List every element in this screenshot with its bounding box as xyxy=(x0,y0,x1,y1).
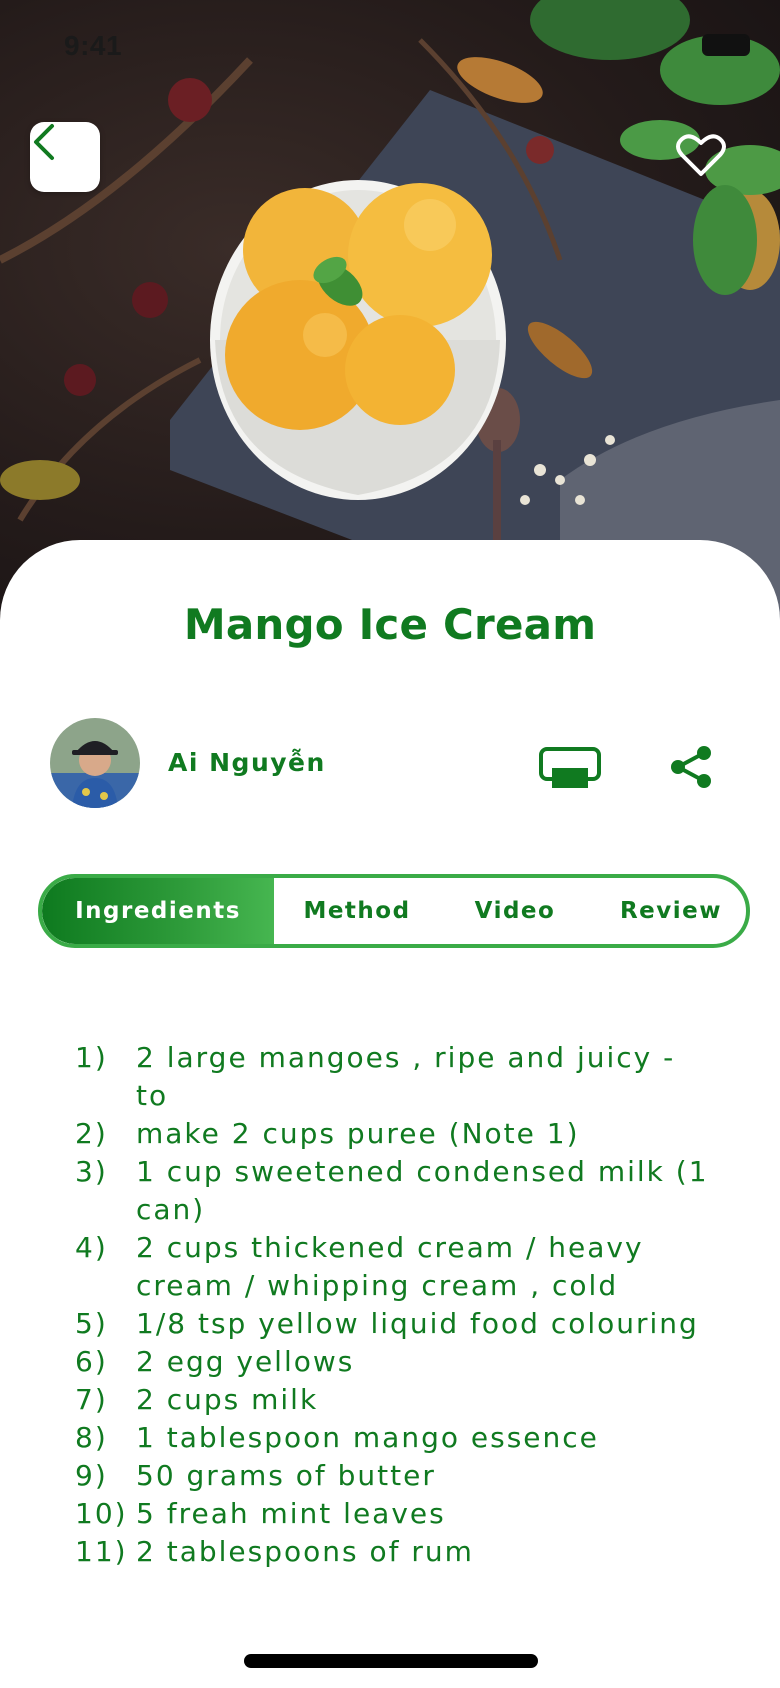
list-item: 6) 2 egg yellows xyxy=(75,1343,715,1381)
item-number: 6) xyxy=(75,1345,108,1378)
tab-video[interactable]: Video xyxy=(450,878,580,944)
share-button[interactable] xyxy=(668,744,714,790)
item-text: 2 egg yellows xyxy=(136,1345,355,1378)
list-item: 11) 2 tablespoons of rum xyxy=(75,1533,715,1571)
item-text: 1 tablespoon mango essence xyxy=(136,1421,599,1454)
item-number: 3) xyxy=(75,1155,108,1188)
print-button[interactable] xyxy=(538,746,602,792)
battery-icon xyxy=(702,34,750,56)
item-number: 1) xyxy=(75,1041,108,1074)
recipe-title: Mango Ice Cream xyxy=(183,600,597,649)
item-text: 1 cup sweetened condensed milk (1 can) xyxy=(136,1155,709,1226)
tab-review[interactable]: Review xyxy=(586,878,746,944)
item-number: 7) xyxy=(75,1383,108,1416)
heart-icon xyxy=(676,134,726,176)
favorite-button[interactable] xyxy=(676,132,726,178)
item-number: 9) xyxy=(75,1459,108,1492)
list-item: 5) 1/8 tsp yellow liquid food colouring xyxy=(75,1305,715,1343)
printer-icon xyxy=(539,747,601,788)
item-number: 11) xyxy=(75,1535,128,1568)
author-avatar[interactable] xyxy=(50,718,140,808)
author-name[interactable]: Ai Nguyễn xyxy=(168,748,326,777)
home-indicator[interactable] xyxy=(244,1654,538,1668)
list-item: 4) 2 cups thickened cream / heavy cream /… xyxy=(75,1229,715,1305)
list-item: 1) 2 large mangoes , ripe and juicy - to xyxy=(75,1039,715,1115)
list-item: 8) 1 tablespoon mango essence xyxy=(75,1419,715,1457)
share-icon xyxy=(671,746,711,788)
item-number: 2) xyxy=(75,1117,108,1150)
ingredients-list: 1) 2 large mangoes , ripe and juicy - to … xyxy=(75,1039,715,1571)
item-number: 8) xyxy=(75,1421,108,1454)
status-icons xyxy=(694,34,750,60)
item-number: 5) xyxy=(75,1307,108,1340)
item-text: 2 cups thickened cream / heavy cream / w… xyxy=(136,1231,644,1302)
item-text: make 2 cups puree (Note 1) xyxy=(136,1117,580,1150)
list-item: 2) make 2 cups puree (Note 1) xyxy=(75,1115,715,1153)
tab-method[interactable]: Method xyxy=(282,878,432,944)
list-item: 10) 5 freah mint leaves xyxy=(75,1495,715,1533)
item-text: 2 cups milk xyxy=(136,1383,319,1416)
chevron-left-icon xyxy=(34,124,54,160)
ice-cream-photo xyxy=(0,0,780,620)
item-text: 2 large mangoes , ripe and juicy - to xyxy=(136,1041,676,1112)
hero-image: 9:41 xyxy=(0,0,780,620)
item-text: 5 freah mint leaves xyxy=(136,1497,446,1530)
tab-ingredients[interactable]: Ingredients xyxy=(42,878,274,944)
list-item: 9) 50 grams of butter xyxy=(75,1457,715,1495)
avatar-photo xyxy=(50,718,140,808)
status-time: 9:41 xyxy=(64,30,123,61)
item-number: 10) xyxy=(75,1497,128,1530)
item-text: 50 grams of butter xyxy=(136,1459,436,1492)
item-text: 2 tablespoons of rum xyxy=(136,1535,474,1568)
list-item: 3) 1 cup sweetened condensed milk (1 can) xyxy=(75,1153,715,1229)
item-number: 4) xyxy=(75,1231,108,1264)
list-item: 7) 2 cups milk xyxy=(75,1381,715,1419)
recipe-tabs: Ingredients Method Video Review xyxy=(38,874,750,948)
item-text: 1/8 tsp yellow liquid food colouring xyxy=(136,1307,699,1340)
back-button[interactable] xyxy=(30,122,100,192)
